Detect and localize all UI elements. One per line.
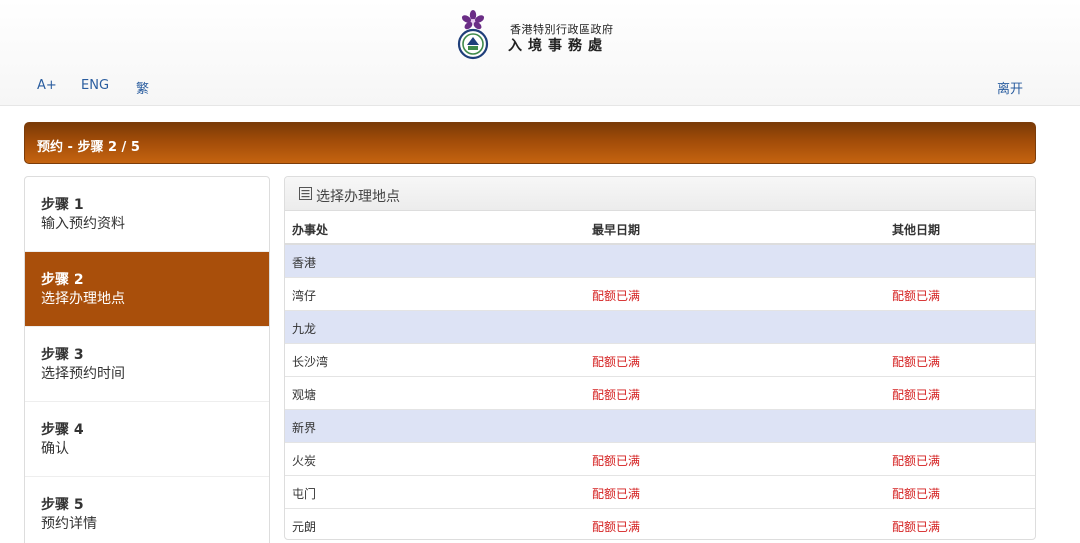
region-name: 九龙 <box>292 322 317 336</box>
column-header-other-dates: 其他日期 <box>892 223 941 237</box>
step-label: 选择预约时间 <box>41 366 125 382</box>
step-number: 步骤 3 <box>41 347 84 363</box>
office-name: 长沙湾 <box>292 355 329 369</box>
step-number: 步骤 2 <box>41 272 84 288</box>
earliest-date-status: 配额已满 <box>592 388 641 402</box>
other-dates-status: 配额已满 <box>892 388 941 402</box>
table-row: 湾仔 配额已满 配额已满 <box>285 278 1035 311</box>
step-item-1[interactable]: 步骤 1 输入预约资料 <box>25 177 269 252</box>
other-dates-status: 配额已满 <box>892 487 941 501</box>
other-dates-status: 配额已满 <box>892 355 941 369</box>
region-row: 新界 <box>285 410 1035 443</box>
earliest-date-status: 配额已满 <box>592 355 641 369</box>
location-panel-title: 选择办理地点 <box>316 189 400 205</box>
region-name: 香港 <box>292 256 317 270</box>
exit-link[interactable]: 离开 <box>997 78 1023 97</box>
table-header: 办事处 最早日期 其他日期 <box>285 211 1035 245</box>
office-name: 火炭 <box>292 454 317 468</box>
traditional-chinese-link[interactable]: 繁 <box>136 78 149 97</box>
step-number: 步骤 4 <box>41 422 84 438</box>
step-label: 预约详情 <box>41 516 97 532</box>
location-panel: 选择办理地点 办事处 最早日期 其他日期 香港 湾仔 配额已满 配额已满 九龙 … <box>284 176 1036 540</box>
immigration-emblem-icon <box>457 10 489 60</box>
region-row: 香港 <box>285 245 1035 278</box>
other-dates-status: 配额已满 <box>892 289 941 303</box>
other-dates-status: 配额已满 <box>892 454 941 468</box>
step-number: 步骤 1 <box>41 197 84 213</box>
region-row: 九龙 <box>285 311 1035 344</box>
table-row: 长沙湾 配额已满 配额已满 <box>285 344 1035 377</box>
step-item-4[interactable]: 步骤 4 确认 <box>25 402 269 477</box>
step-item-5[interactable]: 步骤 5 预约详情 <box>25 477 269 543</box>
banner-title: 预约 - 步骤 2 / 5 <box>37 140 140 155</box>
region-name: 新界 <box>292 421 317 435</box>
font-size-button[interactable]: A+ <box>37 78 57 93</box>
other-dates-status: 配额已满 <box>892 520 941 534</box>
step-label: 确认 <box>41 441 69 457</box>
step-label: 输入预约资料 <box>41 216 125 232</box>
earliest-date-status: 配额已满 <box>592 289 641 303</box>
office-name: 元朗 <box>292 520 317 534</box>
step-label: 选择办理地点 <box>41 291 125 307</box>
list-icon <box>299 187 312 200</box>
table-row: 观塘 配额已满 配额已满 <box>285 377 1035 410</box>
department-name: 入境事務處 <box>508 38 608 54</box>
office-name: 屯门 <box>292 487 317 501</box>
earliest-date-status: 配额已满 <box>592 487 641 501</box>
table-row: 元朗 配额已满 配额已满 <box>285 509 1035 539</box>
step-item-2[interactable]: 步骤 2 选择办理地点 <box>25 252 269 327</box>
column-header-earliest-date: 最早日期 <box>592 223 641 237</box>
step-number: 步骤 5 <box>41 497 84 513</box>
earliest-date-status: 配额已满 <box>592 520 641 534</box>
table-row: 屯门 配额已满 配额已满 <box>285 476 1035 509</box>
office-name: 湾仔 <box>292 289 317 303</box>
step-list: 步骤 1 输入预约资料 步骤 2 选择办理地点 步骤 3 选择预约时间 步骤 4… <box>24 176 270 543</box>
english-language-link[interactable]: ENG <box>81 78 109 93</box>
table-row: 火炭 配额已满 配额已满 <box>285 443 1035 476</box>
column-header-office: 办事处 <box>292 223 329 237</box>
earliest-date-status: 配额已满 <box>592 454 641 468</box>
step-banner: 预约 - 步骤 2 / 5 <box>24 122 1036 164</box>
location-panel-header: 选择办理地点 <box>285 177 1035 211</box>
office-name: 观塘 <box>292 388 317 402</box>
step-item-3[interactable]: 步骤 3 选择预约时间 <box>25 327 269 402</box>
